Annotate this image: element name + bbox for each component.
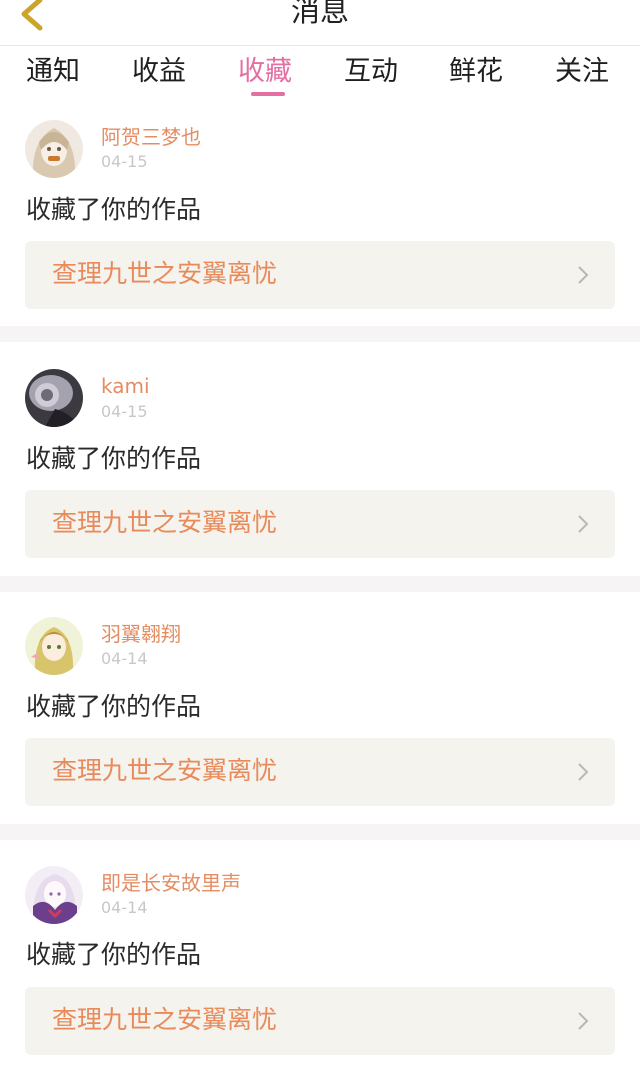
work-title: 查理九世之安翼离忧 (52, 259, 278, 288)
divider (0, 576, 640, 592)
timestamp: 04-15 (101, 402, 148, 421)
work-link[interactable]: 查理九世之安翼离忧 (25, 738, 615, 806)
avatar-icon[interactable] (25, 866, 83, 924)
divider (0, 326, 640, 342)
work-title: 查理九世之安翼离忧 (52, 756, 278, 785)
chevron-right-icon (578, 763, 589, 781)
action-text: 收藏了你的作品 (26, 940, 202, 969)
timestamp: 04-14 (101, 898, 148, 917)
page-title: 消息 (290, 0, 349, 28)
tab-notice[interactable]: 通知 (26, 55, 80, 89)
list-item: 羽翼翱翔 04-14 收藏了你的作品 查理九世之安翼离忧 (0, 592, 640, 824)
work-link[interactable]: 查理九世之安翼离忧 (25, 490, 615, 558)
action-text: 收藏了你的作品 (26, 195, 202, 224)
action-text: 收藏了你的作品 (26, 692, 202, 721)
tab-bar: 通知 收益 收藏 互动 鲜花 关注 (0, 47, 640, 99)
list-item: kami 04-15 收藏了你的作品 查理九世之安翼离忧 (0, 342, 640, 576)
username[interactable]: kami (101, 374, 150, 398)
divider (0, 824, 640, 840)
list-item: 阿贺三梦也 04-15 收藏了你的作品 查理九世之安翼离忧 (0, 100, 640, 326)
chevron-right-icon (578, 266, 589, 284)
chevron-right-icon (578, 1012, 589, 1030)
tab-favorites[interactable]: 收藏 (238, 55, 292, 89)
work-title: 查理九世之安翼离忧 (52, 508, 278, 537)
work-title: 查理九世之安翼离忧 (52, 1005, 278, 1034)
nav-bar: 消息 (0, 0, 640, 46)
tab-follow[interactable]: 关注 (555, 55, 609, 89)
tab-flowers[interactable]: 鲜花 (449, 55, 503, 89)
avatar-icon[interactable] (25, 617, 83, 675)
action-text: 收藏了你的作品 (26, 444, 202, 473)
username[interactable]: 羽翼翱翔 (101, 622, 181, 646)
tab-interaction[interactable]: 互动 (344, 55, 398, 89)
active-tab-indicator (251, 92, 285, 96)
username[interactable]: 即是长安故里声 (101, 871, 241, 895)
avatar-icon[interactable] (25, 120, 83, 178)
avatar-icon[interactable] (25, 369, 83, 427)
chevron-right-icon (578, 515, 589, 533)
username[interactable]: 阿贺三梦也 (101, 125, 201, 149)
timestamp: 04-14 (101, 649, 148, 668)
tab-earnings[interactable]: 收益 (132, 55, 186, 89)
list-item: 即是长安故里声 04-14 收藏了你的作品 查理九世之安翼离忧 (0, 840, 640, 1068)
timestamp: 04-15 (101, 152, 148, 171)
work-link[interactable]: 查理九世之安翼离忧 (25, 987, 615, 1055)
work-link[interactable]: 查理九世之安翼离忧 (25, 241, 615, 309)
